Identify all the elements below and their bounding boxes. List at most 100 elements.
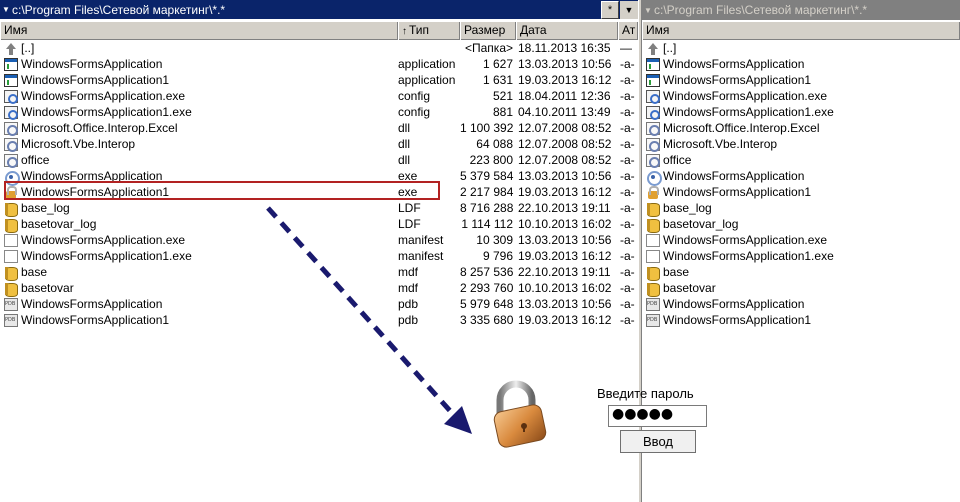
- file-name: base: [646, 264, 689, 281]
- column-size[interactable]: Размер: [460, 22, 516, 40]
- column-date[interactable]: Дата: [516, 22, 618, 40]
- file-row[interactable]: WindowsFormsApplication1: [642, 72, 960, 88]
- dll-icon: [646, 137, 660, 152]
- file-row[interactable]: WindowsFormsApplication1: [642, 184, 960, 200]
- chevron-down-icon[interactable]: ▼: [644, 6, 654, 15]
- file-row[interactable]: WindowsFormsApplication: [642, 168, 960, 186]
- file-name: WindowsFormsApplication1.exe: [646, 248, 834, 264]
- file-attributes: -a-: [620, 233, 635, 247]
- file-row[interactable]: base_log: [642, 200, 960, 217]
- file-size: 521: [492, 89, 513, 103]
- file-size: 64 088: [476, 137, 513, 151]
- file-name: Microsoft.Office.Interop.Excel: [4, 120, 178, 136]
- file-attributes: -a-: [620, 265, 635, 279]
- file-row[interactable]: basetovar: [642, 280, 960, 297]
- file-row[interactable]: [..] <Папка> 18.11.2013 16:35 —: [0, 40, 638, 56]
- file-row[interactable]: Microsoft.Office.Interop.Excel dll 1 100 3…: [0, 120, 638, 136]
- file-row[interactable]: basetovar mdf 2 293 760 10.10.2013 16:02 -a-: [0, 280, 638, 297]
- file-size: <Папка>: [465, 41, 513, 55]
- file-name: basetovar: [4, 280, 74, 297]
- file-row[interactable]: WindowsFormsApplication.exe: [642, 232, 960, 248]
- file-size: 9 796: [482, 249, 513, 263]
- file-name: base_log: [646, 200, 712, 217]
- file-attributes: -a-: [620, 313, 635, 327]
- file-row[interactable]: WindowsFormsApplication pdb 5 979 648 13.03…: [0, 296, 638, 312]
- column-name[interactable]: Имя: [642, 22, 960, 40]
- file-row[interactable]: basetovar_log LDF 1 114 112 10.10.2013 16:0…: [0, 216, 638, 233]
- file-row[interactable]: WindowsFormsApplication application 1 627 1…: [0, 56, 638, 72]
- file-date: 18.11.2013 16:35: [518, 41, 611, 55]
- file-size: 1 100 392: [460, 121, 514, 135]
- file-attributes: -a-: [620, 169, 635, 183]
- file-type: pdb: [398, 297, 419, 311]
- column-type[interactable]: ↑ Тип: [398, 22, 460, 40]
- file-row[interactable]: Microsoft.Vbe.Interop dll 64 088 12.07.2008…: [0, 136, 638, 152]
- file-attributes: -a-: [620, 121, 635, 135]
- file-row[interactable]: base_log LDF 8 716 288 22.10.2013 19:11 -a-: [0, 200, 638, 217]
- file-row[interactable]: WindowsFormsApplication.exe config 521 18.0…: [0, 88, 638, 104]
- dropdown-button[interactable]: ▼: [620, 0, 638, 19]
- file-row[interactable]: WindowsFormsApplication1 application 1 631…: [0, 72, 638, 88]
- file-row[interactable]: office: [642, 152, 960, 168]
- file-row[interactable]: WindowsFormsApplication1.exe: [642, 248, 960, 264]
- file-row[interactable]: Microsoft.Vbe.Interop: [642, 136, 960, 152]
- padlock-icon: [493, 380, 547, 448]
- file-name-text: [..]: [21, 41, 35, 55]
- file-type: dll: [398, 137, 411, 151]
- file-row[interactable]: office dll 223 800 12.07.2008 08:52 -a-: [0, 152, 638, 168]
- column-attributes[interactable]: Ат: [618, 22, 638, 40]
- file-size: 2 293 760: [460, 281, 514, 295]
- file-attributes: -a-: [620, 281, 635, 295]
- file-row[interactable]: WindowsFormsApplication: [642, 56, 960, 72]
- file-row[interactable]: WindowsFormsApplication1.exe manifest 9 79…: [0, 248, 638, 264]
- dll-icon: [646, 121, 660, 136]
- file-row[interactable]: WindowsFormsApplication: [642, 296, 960, 312]
- star-button[interactable]: *: [601, 0, 619, 19]
- document-icon: [4, 233, 18, 247]
- file-name: WindowsFormsApplication: [4, 296, 162, 312]
- file-name: basetovar: [646, 280, 716, 297]
- file-row[interactable]: WindowsFormsApplication.exe: [642, 88, 960, 104]
- file-row[interactable]: Microsoft.Office.Interop.Excel: [642, 120, 960, 136]
- file-name: office: [646, 152, 691, 168]
- file-row[interactable]: base: [642, 264, 960, 281]
- file-attributes: -a-: [620, 57, 635, 71]
- column-name[interactable]: Имя: [0, 22, 398, 40]
- file-row[interactable]: base mdf 8 257 536 22.10.2013 19:11 -a-: [0, 264, 638, 281]
- file-type: LDF: [398, 217, 421, 231]
- file-size: 8 716 288: [460, 201, 514, 215]
- selected-file-highlight: [4, 181, 440, 200]
- file-row[interactable]: basetovar_log: [642, 216, 960, 233]
- file-name: WindowsFormsApplication1: [646, 312, 811, 328]
- file-name: base_log: [4, 200, 70, 217]
- chevron-down-icon[interactable]: ▼: [2, 5, 12, 14]
- file-row[interactable]: WindowsFormsApplication1: [642, 312, 960, 328]
- file-name-text: basetovar: [663, 281, 716, 295]
- file-attributes: -a-: [620, 185, 635, 199]
- right-path-bar[interactable]: ▼ c:\Program Files\Сетевой маркетинг\*.*: [642, 0, 960, 20]
- document-icon: [4, 249, 18, 263]
- file-row[interactable]: WindowsFormsApplication1.exe config 881 04.…: [0, 104, 638, 120]
- up-dir-icon: [646, 42, 660, 55]
- file-date: 12.07.2008 08:52: [518, 137, 612, 151]
- file-row[interactable]: WindowsFormsApplication1.exe: [642, 104, 960, 120]
- password-input[interactable]: ●●●●●: [608, 405, 707, 427]
- application-icon: [646, 57, 660, 71]
- pdb-icon: [4, 313, 18, 327]
- left-path-bar[interactable]: ▼ c:\Program Files\Сетевой маркетинг\*.*…: [0, 0, 638, 20]
- file-date: 19.03.2013 16:12: [518, 249, 612, 263]
- file-date: 13.03.2013 10:56: [518, 169, 612, 183]
- file-name: basetovar_log: [646, 216, 738, 233]
- file-row[interactable]: [..]: [642, 40, 960, 56]
- config-icon: [4, 89, 18, 104]
- file-name: [..]: [646, 40, 676, 56]
- right-file-list: [..] WindowsFormsApplication WindowsFormsA…: [642, 40, 960, 328]
- file-name: Microsoft.Vbe.Interop: [4, 136, 135, 152]
- file-date: 13.03.2013 10:56: [518, 233, 612, 247]
- file-row[interactable]: WindowsFormsApplication.exe manifest 10 30…: [0, 232, 638, 248]
- enter-button[interactable]: Ввод: [620, 430, 696, 453]
- file-name: Microsoft.Vbe.Interop: [646, 136, 777, 152]
- file-row[interactable]: WindowsFormsApplication1 pdb 3 335 680 19.0…: [0, 312, 638, 328]
- dll-icon: [4, 121, 18, 136]
- file-name-text: WindowsFormsApplication.exe: [21, 233, 186, 247]
